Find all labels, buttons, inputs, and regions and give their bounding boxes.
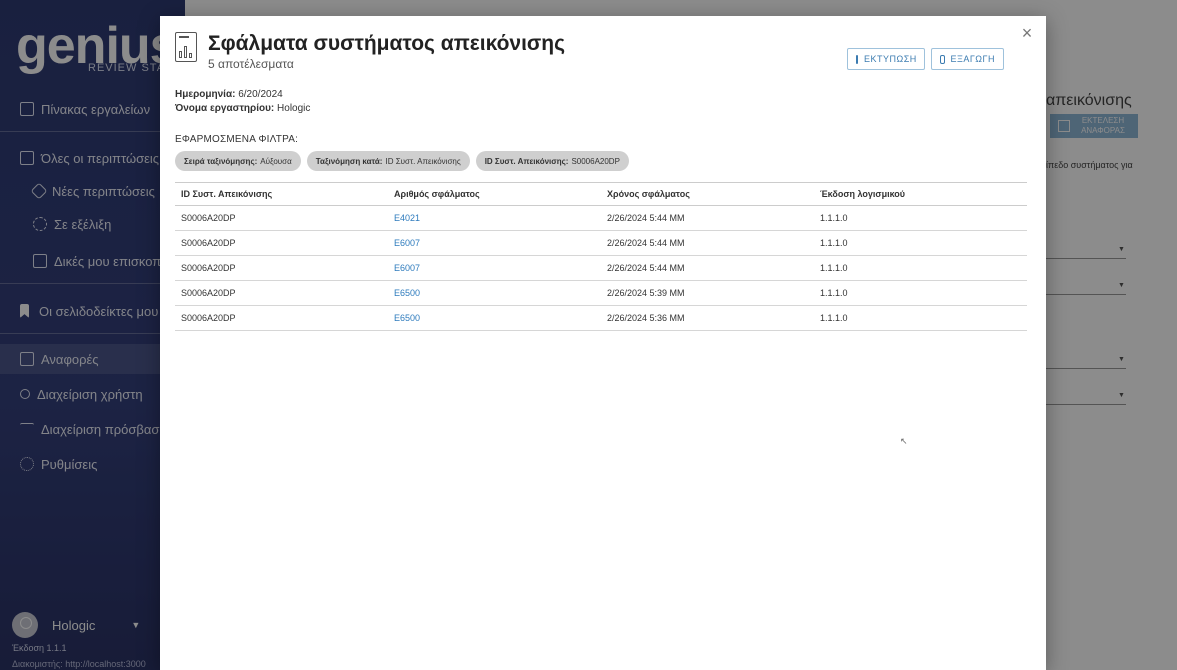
table-cell: 2/26/2024 5:44 ΜΜ [601,255,814,281]
table-cell: 2/26/2024 5:39 ΜΜ [601,280,814,306]
table-cell: S0006A20DP [175,255,388,281]
table-cell: 1.1.1.0 [814,280,1027,306]
date-meta: Ημερομηνία: 6/20/2024 [175,89,283,100]
table-row: S0006A20DP E6007 2/26/2024 5:44 ΜΜ 1.1.1… [175,255,1027,281]
filter-chip-system-id: ID Συστ. Απεικόνισης: S0006A20DP [475,151,629,171]
error-code-link[interactable]: E6500 [388,305,601,331]
printer-icon [856,54,858,64]
applied-filters-label: ΕΦΑΡΜΟΣΜΕΝΑ ΦΙΛΤΡΑ: [175,134,299,145]
dialog-title: Σφάλματα συστήματος απεικόνισης [208,32,566,55]
lab-meta: Όνομα εργαστηρίου: Hologic [175,103,310,114]
mouse-cursor-icon: ↖ [900,436,908,446]
table-cell: S0006A20DP [175,305,388,331]
column-header[interactable]: Χρόνος σφάλματος [601,182,814,206]
date-value: 6/20/2024 [238,89,283,100]
error-code-link[interactable]: E6007 [388,255,601,281]
filter-chip-sort-order: Σειρά ταξινόμησης: Αύξουσα [175,151,301,171]
table-cell: 2/26/2024 5:44 ΜΜ [601,230,814,256]
table-cell: 1.1.1.0 [814,255,1027,281]
error-code-link[interactable]: E6500 [388,280,601,306]
table-cell: S0006A20DP [175,230,388,256]
column-header[interactable]: ID Συστ. Απεικόνισης [175,182,388,206]
table-cell: 2/26/2024 5:36 ΜΜ [601,305,814,331]
lab-label: Όνομα εργαστηρίου: [175,103,275,114]
result-count: 5 αποτέλεσματα [208,57,294,71]
report-results-dialog: × Σφάλματα συστήματος απεικόνισης 5 αποτ… [160,16,1046,670]
export-button-label: ΕΞΑΓΩΓΗ [950,54,995,64]
external-link-icon [940,54,945,64]
table-row: S0006A20DP E6500 2/26/2024 5:39 ΜΜ 1.1.1… [175,280,1027,306]
table-cell: 1.1.1.0 [814,205,1027,231]
lab-value: Hologic [277,103,311,114]
date-label: Ημερομηνία: [175,89,236,100]
table-cell: 1.1.1.0 [814,305,1027,331]
close-icon[interactable]: × [1018,24,1036,42]
error-code-link[interactable]: E4021 [388,205,601,231]
column-header[interactable]: Αριθμός σφάλματος [388,182,601,206]
filter-chips: Σειρά ταξινόμησης: Αύξουσα Ταξινόμηση κατ… [175,151,629,171]
table-cell: 2/26/2024 5:44 ΜΜ [601,205,814,231]
table-cell: 1.1.1.0 [814,230,1027,256]
report-icon [175,32,197,62]
table-row: S0006A20DP E6007 2/26/2024 5:44 ΜΜ 1.1.1… [175,230,1027,256]
table-cell: S0006A20DP [175,280,388,306]
results-table: ID Συστ. Απεικόνισης Αριθμός σφάλματος Χ… [175,182,1027,331]
table-row: S0006A20DP E6500 2/26/2024 5:36 ΜΜ 1.1.1… [175,305,1027,331]
export-button[interactable]: ΕΞΑΓΩΓΗ [931,48,1004,70]
error-code-link[interactable]: E6007 [388,230,601,256]
print-button-label: ΕΚΤΥΠΩΣΗ [864,54,917,64]
table-header-row: ID Συστ. Απεικόνισης Αριθμός σφάλματος Χ… [175,182,1027,206]
print-button[interactable]: ΕΚΤΥΠΩΣΗ [847,48,925,70]
table-cell: S0006A20DP [175,205,388,231]
filter-chip-sort-by: Ταξινόμηση κατά: ID Συστ. Απεικόνισης [306,151,470,171]
table-row: S0006A20DP E4021 2/26/2024 5:44 ΜΜ 1.1.1… [175,205,1027,231]
column-header[interactable]: Έκδοση λογισμικού [814,182,1027,206]
